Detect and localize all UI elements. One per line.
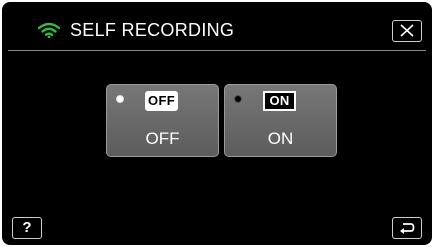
screen: SELF RECORDING OFF OFF ON ON ? xyxy=(2,2,432,245)
on-badge-icon: ON xyxy=(263,91,296,111)
option-off-button[interactable]: OFF OFF xyxy=(106,84,219,157)
option-on-label: ON xyxy=(267,129,294,148)
help-icon: ? xyxy=(22,219,32,236)
close-button[interactable] xyxy=(392,20,422,42)
radio-selected-indicator xyxy=(116,95,124,103)
wifi-icon xyxy=(37,22,61,39)
option-off-label: OFF xyxy=(145,129,180,148)
header-divider xyxy=(8,50,426,51)
radio-unselected-indicator xyxy=(234,95,242,103)
option-on-button[interactable]: ON ON xyxy=(224,84,337,157)
back-button[interactable] xyxy=(392,217,422,239)
header: SELF RECORDING xyxy=(2,2,432,54)
off-badge-icon: OFF xyxy=(145,91,178,111)
help-button[interactable]: ? xyxy=(12,217,42,239)
page-title: SELF RECORDING xyxy=(70,20,235,40)
